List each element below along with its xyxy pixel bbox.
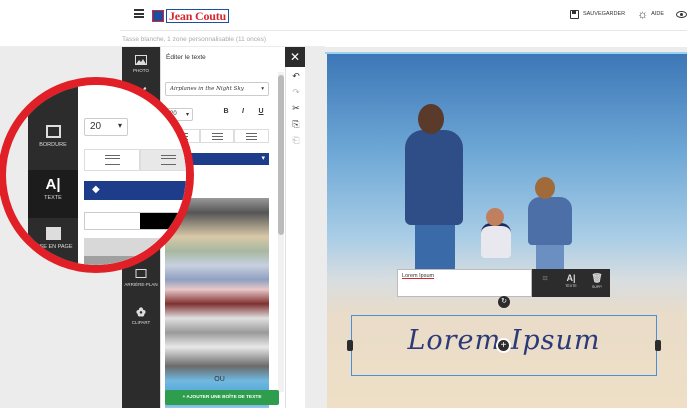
float-delete-button[interactable]: 🗑 SUPP. <box>584 269 610 297</box>
align-right-icon <box>246 132 258 140</box>
align-center-icon <box>211 132 223 140</box>
zoom-align-center-button[interactable] <box>140 149 186 171</box>
zoom-callout-content: BORDURE A| TEXTE MISE EN PAGE 20 ▾ ◆ <box>6 85 186 265</box>
side-tools: ↶ ↷ ✂ ⎘ ⎗ <box>285 47 305 408</box>
crop-icon: ⌗ <box>542 273 548 283</box>
zoom-font-size-select[interactable]: 20 ▾ <box>84 118 128 136</box>
save-icon <box>569 9 579 19</box>
zoom-color-swatch[interactable] <box>84 212 186 230</box>
tool-layout[interactable]: MISE EN PAGE <box>28 227 78 250</box>
tool-border[interactable]: BORDURE <box>28 125 78 148</box>
text-icon: A| <box>566 273 576 283</box>
zoom-panel: 20 ▾ ◆ <box>78 85 186 265</box>
tool-photo-label: PHOTO <box>133 68 149 73</box>
copy-icon[interactable]: ⎘ <box>286 119 306 130</box>
underline-button[interactable]: U <box>254 108 268 115</box>
tool-layout-label: MISE EN PAGE <box>33 244 73 250</box>
panel-title: Éditer le texte <box>166 54 206 61</box>
tool-text-label: TEXTE <box>44 195 62 201</box>
zoom-align-group <box>84 149 186 171</box>
chevron-down-icon: ▾ <box>185 112 189 118</box>
align-left-icon <box>104 155 120 165</box>
rotate-handle-icon[interactable]: ↻ <box>498 296 510 308</box>
photo-baby <box>481 223 511 258</box>
resize-handle-left[interactable] <box>347 340 353 351</box>
tool-clipart-label: CLIPART <box>131 320 151 325</box>
help-button[interactable]: ☼ AIDE <box>637 7 664 21</box>
brand-logo[interactable]: Jean Coutu <box>152 9 230 23</box>
panel-scroll-thumb[interactable] <box>278 75 284 235</box>
tool-background-label: ARRIÈRE-PLAN <box>124 282 158 287</box>
align-center-button[interactable] <box>199 129 235 143</box>
canvas-frame <box>325 52 687 54</box>
top-bar: Jean Coutu SAUVEGARDER ☼ AIDE <box>120 0 687 31</box>
tool-text[interactable]: A| TEXTE <box>28 170 78 218</box>
add-text-box-button[interactable]: + AJOUTER UNE BOÎTE DE TEXTE <box>165 390 279 405</box>
save-label: SAUVEGARDER <box>582 11 626 17</box>
paint-bucket-icon: ◆ <box>92 184 100 195</box>
zoom-callout: BORDURE A| TEXTE MISE EN PAGE 20 ▾ ◆ <box>0 77 194 273</box>
tool-background[interactable]: ARRIÈRE-PLAN <box>122 269 160 287</box>
trash-icon: 🗑 <box>591 273 603 283</box>
float-text-button[interactable]: A| TEXTE <box>558 269 584 297</box>
text-icon: A| <box>45 176 61 193</box>
or-label: OU <box>214 376 225 383</box>
photo-man <box>405 130 463 225</box>
photo-icon <box>135 55 147 65</box>
undo-icon[interactable]: ↶ <box>286 71 306 82</box>
help-label: AIDE <box>651 11 664 17</box>
eye-icon <box>676 10 687 18</box>
zoom-toolbar: BORDURE A| TEXTE MISE EN PAGE <box>28 85 78 265</box>
tool-clipart[interactable]: CLIPART <box>122 307 160 325</box>
paste-icon[interactable]: ⎗ <box>286 135 306 146</box>
chevron-down-icon: ▾ <box>261 86 264 92</box>
bold-button[interactable]: B <box>219 108 233 115</box>
photo-boy <box>528 197 572 245</box>
text-edit-input[interactable]: Lorem Ipsum <box>397 269 532 297</box>
background-icon <box>135 269 147 278</box>
tool-photo[interactable]: PHOTO <box>122 55 160 73</box>
move-handle-icon[interactable]: + <box>496 338 511 353</box>
float-crop-button[interactable]: ⌗ <box>532 269 558 297</box>
align-right-button[interactable] <box>234 129 270 143</box>
lightbulb-icon: ☼ <box>637 7 649 21</box>
top-actions: SAUVEGARDER ☼ AIDE <box>558 7 687 21</box>
close-icon[interactable]: ✕ <box>285 47 305 67</box>
save-button[interactable]: SAUVEGARDER <box>569 9 626 19</box>
float-text-label: TEXTE <box>565 284 577 288</box>
chevron-down-icon: ▾ <box>117 121 122 130</box>
zoom-align-left-button[interactable] <box>84 149 140 171</box>
italic-button[interactable]: I <box>236 108 250 115</box>
photo-man-head <box>418 104 444 134</box>
photo-boy-head <box>535 177 555 199</box>
layout-icon <box>45 227 61 240</box>
zoom-font-size-value: 20 <box>90 121 102 132</box>
text-edit-value: Lorem Ipsum <box>402 273 435 279</box>
float-delete-label: SUPP. <box>591 285 603 289</box>
tool-border-label: BORDURE <box>39 142 67 148</box>
logo-mark-icon <box>152 10 164 22</box>
menu-icon[interactable] <box>134 9 144 18</box>
zoom-color-dropdown[interactable]: ◆ <box>84 181 186 200</box>
cut-icon[interactable]: ✂ <box>286 103 306 114</box>
flower-icon <box>136 307 146 317</box>
align-center-icon <box>160 155 176 165</box>
product-subtitle: Tasse blanche, 1 zone personnalisable (1… <box>122 36 267 43</box>
brand-name: Jean Coutu <box>166 9 230 23</box>
redo-icon[interactable]: ↷ <box>286 87 306 98</box>
floating-toolbar: ⌗ A| TEXTE 🗑 SUPP. <box>532 269 610 297</box>
border-icon <box>45 125 61 138</box>
preview-button[interactable] <box>676 10 687 18</box>
photo-baby-head <box>486 208 504 226</box>
resize-handle-right[interactable] <box>655 340 661 351</box>
